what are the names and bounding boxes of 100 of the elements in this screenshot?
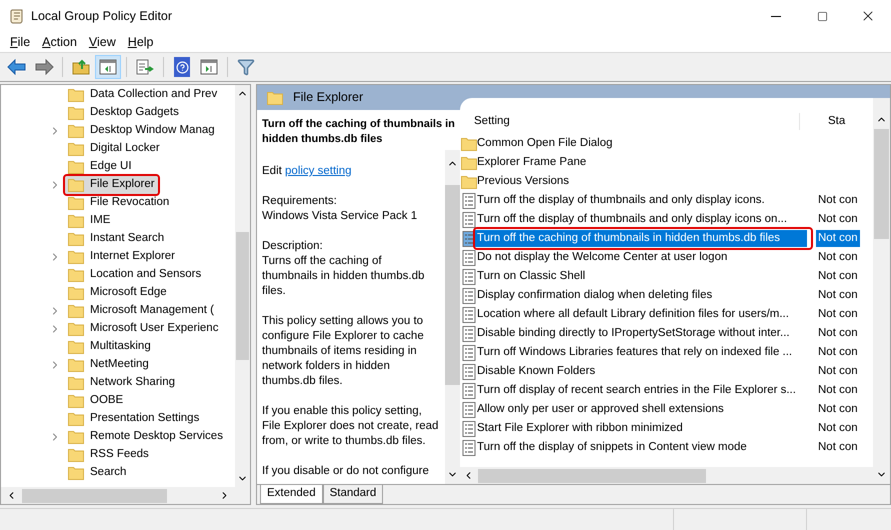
folder-icon [461,156,477,170]
folder-icon [68,286,84,300]
setting-name: Previous Versions [476,174,570,189]
setting-row[interactable]: Turn off the display of thumbnails and only display icons on... Not con [460,210,873,229]
description-text: Description: [262,239,324,254]
setting-name: Turn off the display of thumbnails and only display icons. [476,193,766,208]
folder-icon [68,142,84,156]
folder-icon [68,232,84,246]
tree-item[interactable]: Desktop Window Manag [65,122,218,140]
setting-name: Turn off the display of snippets in Content view mode [476,440,748,455]
setting-row[interactable]: Previous Versions [460,172,873,191]
tree-item[interactable]: RSS Feeds [65,446,152,464]
description-text: Windows Vista Service Pack 1 [262,209,418,224]
setting-row[interactable]: Turn off display of recent search entries in the File Explorer s... Not con [460,381,873,400]
menu-item[interactable]: Help [122,32,160,52]
folder-icon [68,250,84,264]
description-text: This policy setting allows you to configure File Explorer to cache thumbnails of items residing in network folders in hidden thumbs.db files. [262,314,425,389]
tree-item[interactable]: Digital Locker [65,140,163,158]
description-text: Requirements: [262,194,338,209]
maximize-icon [816,10,828,22]
setting-name: Display confirmation dialog when deleting files [476,288,714,303]
policy-setting-link[interactable]: policy setting [285,165,352,177]
menu-item[interactable]: View [82,32,122,52]
folder-icon [68,88,84,102]
edit-label: Edit [262,165,283,177]
tree-item[interactable]: Presentation Settings [65,410,202,428]
setting-row[interactable]: Turn on Classic Shell Not con [460,267,873,286]
setting-row[interactable]: Disable Known Folders Not con [460,362,873,381]
tree-item[interactable]: Desktop Gadgets [65,104,182,122]
horizontal-scrollbar[interactable] [1,487,250,504]
tree-item[interactable]: Remote Desktop Services [65,428,226,446]
setting-state: Not con [817,364,859,379]
folder-icon [68,430,84,444]
tree-item[interactable]: Microsoft Edge [65,284,170,302]
description-text: If you enable this policy setting, File Explorer does not create, read from, or write to thumbs.db files. [262,404,440,449]
tree-item[interactable]: Internet Explorer [65,248,178,266]
menu-item[interactable]: Action [36,32,83,52]
tree-item[interactable]: Data Collection and Prev [65,86,220,104]
tree-item[interactable]: OOBE [65,392,126,410]
menu-item[interactable]: File [4,32,36,52]
setting-row[interactable]: Turn off the display of thumbnails and only display icons. Not con [460,191,873,210]
folder-icon [68,358,84,372]
vertical-scrollbar[interactable] [873,98,890,484]
tree-item[interactable]: Location and Sensors [65,266,204,284]
setting-row[interactable]: Turn off the caching of thumbnails in hidden thumbs.db files Not con [460,229,873,248]
folder-icon [68,304,84,318]
folder-icon [68,448,84,462]
folder-icon [68,466,84,480]
folder-icon [68,214,84,228]
folder-icon [461,136,477,150]
tree-item[interactable]: Microsoft User Experienc [65,320,222,338]
setting-row[interactable]: Common Open File Dialog [460,134,873,153]
tree-item[interactable]: Edge UI [65,158,135,176]
view-tab[interactable]: Standard [322,485,384,504]
column-header[interactable]: Setting [460,112,800,130]
setting-state: Not con [817,250,859,265]
folder-icon [68,160,84,174]
tree-item[interactable]: NetMeeting [65,356,152,374]
tree-item[interactable]: Instant Search [65,230,168,248]
setting-row[interactable]: Location where all default Library definition files for users/m... Not con [460,305,873,324]
setting-row[interactable]: Disable binding directly to IPropertySetStorage without inter... Not con [460,324,873,343]
setting-row[interactable]: Allow only per user or approved shell extensions Not con [460,400,873,419]
tree-item[interactable]: Network Sharing [65,374,178,392]
tree-item[interactable]: Multitasking [65,338,154,356]
tree-item[interactable]: Microsoft Management ( [65,302,217,320]
setting-state: Not con [817,383,859,398]
setting-state: Not con [817,212,859,227]
vertical-scrollbar[interactable] [445,150,460,484]
pane-header-title: File Explorer [293,89,364,106]
setting-name: Do not display the Welcome Center at user logon [476,250,728,265]
view-tab[interactable]: Extended [260,485,323,504]
setting-name: Turn off Windows Libraries features that rely on indexed file ... [476,345,794,360]
setting-row[interactable]: Turn off Windows Libraries features that rely on indexed file ... Not con [460,343,873,362]
setting-row[interactable]: Turn off the display of snippets in Content view mode Not con [460,438,873,457]
setting-name: Turn off the caching of thumbnails in hidden thumbs.db files [475,230,807,247]
setting-state: Not con [817,421,859,436]
setting-state: Not con [817,269,859,284]
tree-item[interactable]: Search [65,464,130,482]
setting-state: Not con [816,230,860,247]
setting-state: Not con [817,288,859,303]
tree-item[interactable]: File Revocation [65,194,172,212]
folder-icon [68,394,84,408]
vertical-scrollbar[interactable] [235,85,250,487]
setting-row[interactable]: Explorer Frame Pane [460,153,873,172]
setting-state: Not con [817,402,859,417]
setting-row[interactable]: Display confirmation dialog when deleting files Not con [460,286,873,305]
tree-item[interactable]: File Explorer [65,176,158,194]
tree-item[interactable]: IME [65,212,114,230]
setting-state: Not con [817,193,859,208]
folder-icon [68,178,84,192]
setting-name: Turn off the display of thumbnails and only display icons on... [476,212,788,227]
setting-state: Not con [817,307,859,322]
setting-row[interactable]: Start File Explorer with ribbon minimized Not con [460,419,873,438]
folder-icon [267,90,283,104]
setting-row[interactable]: Do not display the Welcome Center at user logon Not con [460,248,873,267]
setting-state: Not con [817,345,859,360]
setting-state: Not con [817,440,859,455]
column-header[interactable]: Sta [800,112,846,130]
folder-icon [68,340,84,354]
console-tree-icon[interactable] [95,55,121,79]
